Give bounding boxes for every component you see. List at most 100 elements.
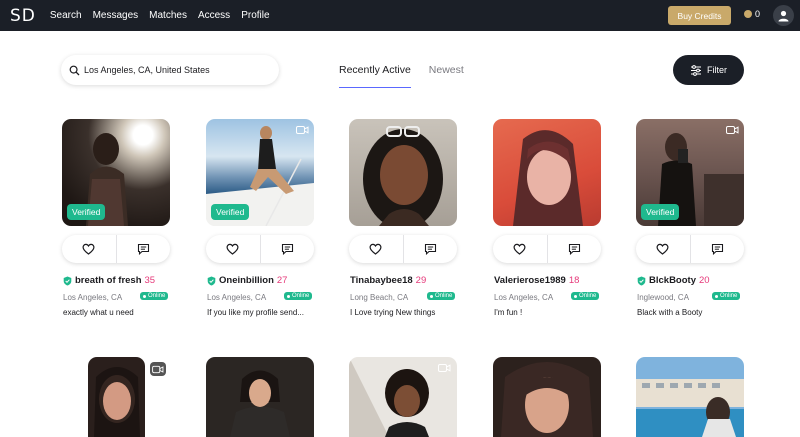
profile-card[interactable]: Verified Oneinbillion 27 Los Angeles, CA… [206, 119, 314, 317]
message-icon [137, 243, 149, 255]
profile-photo[interactable] [493, 119, 601, 226]
card-actions [62, 235, 170, 263]
message-icon [424, 243, 436, 255]
heart-icon [226, 243, 239, 255]
location: Los Angeles, CA [207, 293, 267, 302]
profile-name[interactable]: BlckBooty 20 [637, 275, 710, 286]
video-icon [725, 124, 739, 135]
like-button[interactable] [206, 235, 260, 263]
profile-name[interactable]: Oneinbillion 27 [207, 275, 287, 286]
sort-tabs: Recently Active Newest [339, 64, 464, 88]
sliders-icon [691, 64, 701, 76]
profile-photo[interactable] [349, 119, 457, 226]
bio: exactly what u need [63, 308, 134, 317]
profile-card[interactable]: Valerierose1989 18 Los Angeles, CA Onlin… [493, 119, 601, 317]
main-nav: Search Messages Matches Access Profile [50, 10, 270, 21]
card-actions [206, 235, 314, 263]
coin-icon [744, 10, 752, 18]
like-button[interactable] [493, 235, 547, 263]
search-icon [69, 65, 80, 75]
profile-card[interactable]: Verified breath of fresh 35 Los Angeles,… [62, 119, 170, 317]
credits-balance[interactable]: 0 [744, 9, 760, 19]
heart-icon [513, 243, 526, 255]
nav-matches[interactable]: Matches [149, 10, 187, 21]
profile-card[interactable]: Tinabaybee18 29 Long Beach, CA Online I … [349, 119, 457, 317]
card-actions [493, 235, 601, 263]
location: Los Angeles, CA [63, 293, 123, 302]
online-badge: Online [427, 292, 456, 300]
message-button[interactable] [115, 235, 171, 263]
verified-shield-icon [63, 276, 72, 285]
bio: Black with a Booty [637, 308, 703, 317]
selfie-photo-image [493, 357, 601, 437]
online-badge: Online [571, 292, 600, 300]
username: Tinabaybee18 [350, 275, 413, 286]
profile-photo[interactable] [88, 357, 145, 437]
profile-name[interactable]: Tinabaybee18 29 [350, 275, 426, 286]
nav-search[interactable]: Search [50, 10, 82, 21]
video-icon [437, 362, 451, 373]
buy-credits-button[interactable]: Buy Credits [668, 6, 731, 25]
nav-profile[interactable]: Profile [241, 10, 269, 21]
message-icon [711, 243, 723, 255]
like-button[interactable] [349, 235, 403, 263]
profile-photo[interactable] [349, 357, 457, 437]
age: 35 [144, 275, 156, 286]
message-button[interactable] [546, 235, 602, 263]
profile-photo[interactable]: Verified [206, 119, 314, 226]
party-photo-image [206, 357, 314, 437]
message-button[interactable] [402, 235, 458, 263]
location-search[interactable] [61, 55, 279, 85]
age: 27 [276, 275, 288, 286]
online-badge: Online [284, 292, 313, 300]
username: Oneinbillion [219, 275, 274, 286]
selfie-photo-image [513, 130, 583, 226]
username: breath of fresh [75, 275, 142, 286]
verified-badge: Verified [211, 204, 250, 220]
like-button[interactable] [636, 235, 690, 263]
profile-name[interactable]: breath of fresh 35 [63, 275, 155, 286]
location: Los Angeles, CA [494, 293, 554, 302]
profile-photo[interactable]: Verified [636, 119, 744, 226]
card-actions [349, 235, 457, 263]
age: 18 [568, 275, 580, 286]
heart-icon [82, 243, 95, 255]
online-badge: Online [140, 292, 169, 300]
card-actions [636, 235, 744, 263]
message-button[interactable] [689, 235, 745, 263]
pool-photo-image [636, 357, 744, 437]
nav-messages[interactable]: Messages [93, 10, 139, 21]
video-icon [150, 362, 166, 376]
bio: I Love trying New things [350, 308, 436, 317]
tab-newest[interactable]: Newest [429, 64, 464, 88]
location: Inglewood, CA [637, 293, 690, 302]
tab-recently-active[interactable]: Recently Active [339, 64, 411, 88]
username: Valerierose1989 [494, 275, 566, 286]
video-icon [295, 124, 309, 135]
verified-badge: Verified [641, 204, 680, 220]
message-icon [281, 243, 293, 255]
filter-label: Filter [707, 65, 727, 75]
profile-photo[interactable]: Verified [62, 119, 170, 226]
message-button[interactable] [259, 235, 315, 263]
bio: If you like my profile send... [207, 308, 304, 317]
verified-badge: Verified [67, 204, 106, 220]
profile-photo[interactable] [636, 357, 744, 437]
location: Long Beach, CA [350, 293, 409, 302]
nav-access[interactable]: Access [198, 10, 230, 21]
profile-card[interactable]: Verified BlckBooty 20 Inglewood, CA Onli… [636, 119, 744, 317]
profile-name[interactable]: Valerierose1989 18 [494, 275, 579, 286]
user-avatar-button[interactable] [773, 5, 794, 26]
profile-photo[interactable] [493, 357, 601, 437]
age: 29 [415, 275, 427, 286]
username: BlckBooty [649, 275, 696, 286]
selfie-photo-image [88, 357, 145, 437]
site-logo[interactable]: SD [10, 6, 36, 26]
like-button[interactable] [62, 235, 116, 263]
selfie-photo-image [363, 126, 443, 226]
filter-button[interactable]: Filter [673, 55, 744, 85]
search-input[interactable] [84, 65, 269, 75]
profile-photo[interactable] [206, 357, 314, 437]
verified-shield-icon [637, 276, 646, 285]
online-badge: Online [712, 292, 741, 300]
